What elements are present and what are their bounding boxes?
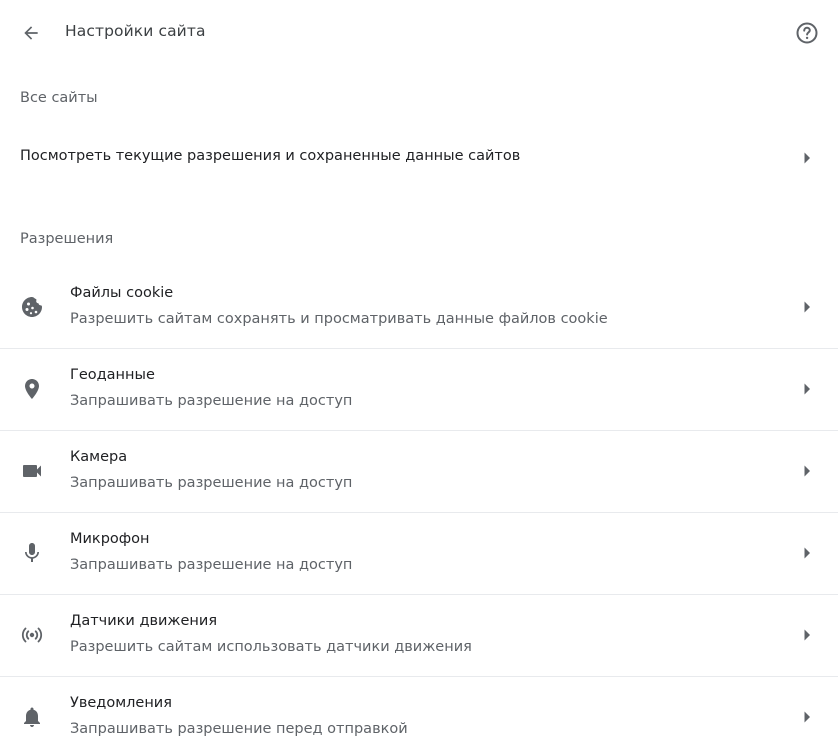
permission-subtitle: Запрашивать разрешение на доступ: [70, 393, 353, 409]
page-header: Настройки сайта: [0, 0, 838, 66]
site-settings-page: Настройки сайта Все сайты Посмотреть тек…: [0, 0, 838, 747]
chevron-right-icon: [802, 152, 812, 164]
videocam-icon: [20, 459, 44, 483]
permission-row-notifications[interactable]: Уведомления Запрашивать разрешение перед…: [0, 677, 838, 747]
page-title: Настройки сайта: [65, 22, 206, 40]
help-button[interactable]: [792, 18, 822, 48]
bell-icon: [20, 705, 44, 729]
all-sites-heading: Все сайты: [20, 90, 98, 106]
permission-row-camera[interactable]: Камера Запрашивать разрешение на доступ: [0, 431, 838, 513]
mic-icon: [20, 541, 44, 565]
permission-row-motion-sensors[interactable]: Датчики движения Разрешить сайтам исполь…: [0, 595, 838, 677]
chevron-right-icon: [802, 711, 812, 723]
permission-subtitle: Разрешить сайтам использовать датчики дв…: [70, 639, 472, 655]
cookie-icon: [20, 295, 44, 319]
chevron-right-icon: [802, 383, 812, 395]
help-icon: [796, 22, 818, 44]
back-button[interactable]: [16, 18, 46, 48]
permission-row-location[interactable]: Геоданные Запрашивать разрешение на дост…: [0, 349, 838, 431]
view-permissions-and-data-label: Посмотреть текущие разрешения и сохранен…: [20, 148, 521, 164]
permission-subtitle: Разрешить сайтам сохранять и просматрива…: [70, 311, 608, 327]
chevron-right-icon: [802, 547, 812, 559]
view-permissions-and-data-link[interactable]: Посмотреть текущие разрешения и сохранен…: [0, 127, 838, 189]
permissions-heading: Разрешения: [20, 231, 114, 247]
permission-subtitle: Запрашивать разрешение на доступ: [70, 475, 353, 491]
permissions-list: Файлы cookie Разрешить сайтам сохранять …: [0, 267, 838, 747]
permission-title: Геоданные: [70, 367, 155, 383]
permission-title: Уведомления: [70, 695, 172, 711]
chevron-right-icon: [802, 465, 812, 477]
permission-title: Микрофон: [70, 531, 150, 547]
sensors-icon: [20, 623, 44, 647]
location-pin-icon: [20, 377, 44, 401]
permission-row-cookies[interactable]: Файлы cookie Разрешить сайтам сохранять …: [0, 267, 838, 349]
arrow-back-icon: [24, 26, 38, 40]
permission-row-microphone[interactable]: Микрофон Запрашивать разрешение на досту…: [0, 513, 838, 595]
permission-title: Камера: [70, 449, 128, 465]
chevron-right-icon: [802, 629, 812, 641]
permission-title: Файлы cookie: [70, 285, 174, 301]
chevron-right-icon: [802, 301, 812, 313]
permission-subtitle: Запрашивать разрешение на доступ: [70, 557, 353, 573]
permission-subtitle: Запрашивать разрешение перед отправкой: [70, 721, 408, 737]
permission-title: Датчики движения: [70, 613, 218, 629]
